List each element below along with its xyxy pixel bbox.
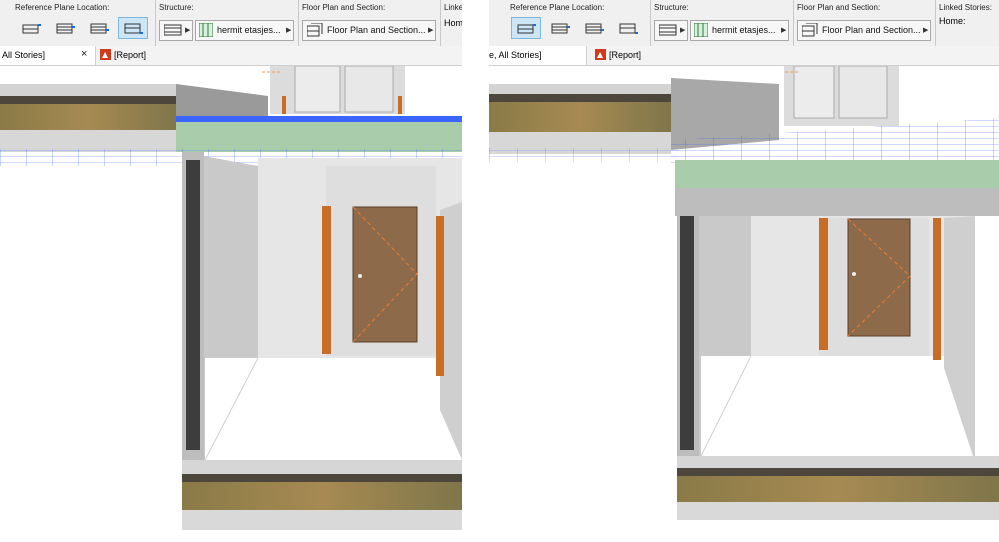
linked-stories-value: Home:: [939, 16, 966, 26]
right-window: Reference Plane Location: Structure: ▶ h…: [489, 0, 999, 542]
3d-scene: [489, 65, 999, 520]
linked-stories-group: Linke Hom: [440, 0, 462, 46]
3d-viewport[interactable]: [0, 65, 462, 542]
composite-structure-icon: [164, 24, 182, 36]
lower-slab-section: [677, 456, 999, 520]
plane-core-bottom-icon: [585, 23, 604, 34]
close-icon[interactable]: ×: [81, 48, 87, 60]
reference-plane-label: Reference Plane Location:: [510, 3, 605, 12]
structure-type-button[interactable]: ▶: [654, 20, 688, 41]
floor-plan-section-icon: [802, 23, 818, 37]
plane-bottom-button[interactable]: [118, 17, 148, 39]
composite-structure-icon: [659, 24, 677, 36]
structure-value: hermit etasjes...: [217, 25, 281, 35]
floorplan-group: Floor Plan and Section: Floor Plan and S…: [298, 0, 441, 46]
plane-bottom-icon: [619, 23, 638, 34]
chevron-right-icon: ▶: [680, 27, 686, 34]
info-box-toolbar: Reference Plane Location: Structure: ▶ h…: [0, 0, 462, 47]
floorplan-label: Floor Plan and Section:: [797, 3, 881, 12]
report-icon: [595, 49, 606, 60]
structure-select[interactable]: hermit etasjes... ▶: [195, 20, 294, 41]
reference-plane-group: Reference Plane Location:: [0, 0, 156, 46]
plane-core-bottom-button[interactable]: [84, 17, 114, 39]
green-slab: [675, 160, 999, 216]
structure-group: Structure: ▶ hermit etasjes... ▶: [155, 0, 299, 46]
tab-report[interactable]: [Report]: [98, 46, 178, 65]
linked-stories-value: Hom: [444, 18, 462, 28]
door-handle: [358, 274, 362, 278]
plane-top-icon: [22, 24, 41, 34]
door-handle: [852, 272, 856, 276]
tab-3d-all-stories[interactable]: All Stories] ×: [0, 46, 96, 65]
linked-stories-label: Linked Stories:: [939, 3, 992, 12]
floorplan-value: Floor Plan and Section...: [822, 25, 921, 35]
tab-3d-all-stories[interactable]: e, All Stories]: [489, 46, 587, 65]
green-slab: [176, 116, 462, 152]
report-icon: [100, 49, 111, 60]
chevron-right-icon: ▶: [185, 27, 191, 34]
linked-stories-label: Linke: [444, 3, 462, 12]
3d-viewport[interactable]: [489, 65, 999, 542]
tab-bar: e, All Stories] [Report]: [489, 46, 999, 66]
structure-value: hermit etasjes...: [712, 25, 776, 35]
chevron-right-icon: ▶: [428, 27, 434, 34]
plane-core-top-icon: [56, 23, 75, 34]
plane-core-bottom-button[interactable]: [579, 17, 609, 39]
plane-top-button[interactable]: [511, 17, 541, 39]
tab-label: All Stories]: [2, 50, 46, 60]
structure-label: Structure:: [654, 3, 689, 12]
structure-type-button[interactable]: ▶: [159, 20, 193, 41]
floorplan-select[interactable]: Floor Plan and Section... ▶: [302, 20, 436, 41]
chevron-right-icon: ▶: [923, 27, 929, 34]
reference-plane-grid-left: [489, 148, 679, 162]
tab-label: e, All Stories]: [489, 50, 542, 60]
tab-bar: All Stories] × [Report]: [0, 46, 462, 66]
structure-select[interactable]: hermit etasjes... ▶: [690, 20, 789, 41]
upper-room: [262, 65, 405, 114]
left-window: Reference Plane Location: Structure: ▶ h…: [0, 0, 462, 542]
floor-plan-section-icon: [307, 23, 323, 37]
plane-top-icon: [517, 24, 536, 34]
lower-slab-section: [182, 460, 462, 530]
floorplan-label: Floor Plan and Section:: [302, 3, 386, 12]
plane-top-button[interactable]: [16, 17, 46, 39]
structure-group: Structure: ▶ hermit etasjes... ▶: [650, 0, 794, 46]
reference-plane-label: Reference Plane Location:: [15, 3, 110, 12]
linked-stories-group: Linked Stories: Home:: [935, 0, 999, 46]
tab-label: [Report]: [609, 50, 642, 60]
info-box-toolbar: Reference Plane Location: Structure: ▶ h…: [489, 0, 999, 47]
plane-core-top-icon: [551, 23, 570, 34]
floorplan-group: Floor Plan and Section: Floor Plan and S…: [793, 0, 936, 46]
plane-core-bottom-icon: [90, 23, 109, 34]
chevron-right-icon: ▶: [286, 27, 292, 34]
tab-label: [Report]: [114, 50, 147, 60]
plane-bottom-button[interactable]: [613, 17, 643, 39]
reference-plane-group: Reference Plane Location:: [489, 0, 651, 46]
3d-scene: [0, 65, 462, 530]
floorplan-select[interactable]: Floor Plan and Section... ▶: [797, 20, 931, 41]
composite-stack-icon: [694, 23, 708, 37]
plane-core-top-button[interactable]: [50, 17, 80, 39]
upper-room: [784, 65, 899, 126]
tab-report[interactable]: [Report]: [593, 46, 673, 65]
plane-core-top-button[interactable]: [545, 17, 575, 39]
composite-stack-icon: [199, 23, 213, 37]
chevron-right-icon: ▶: [781, 27, 787, 34]
floorplan-value: Floor Plan and Section...: [327, 25, 426, 35]
structure-label: Structure:: [159, 3, 194, 12]
plane-bottom-icon: [124, 23, 143, 34]
